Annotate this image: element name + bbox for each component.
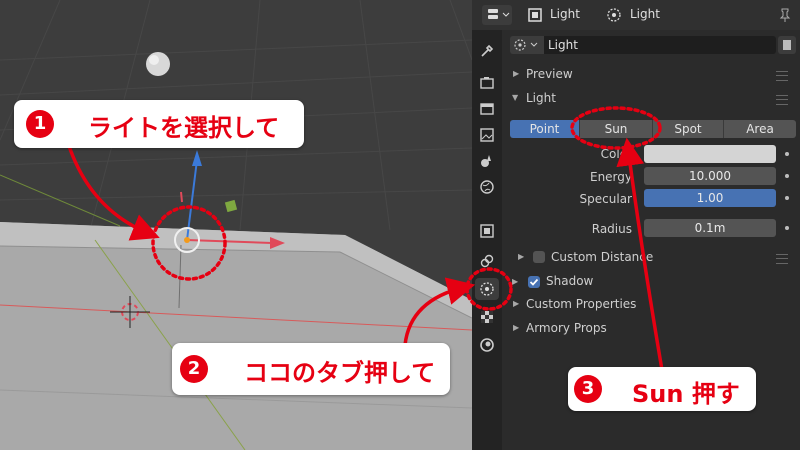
light-datablock-icon [514, 39, 538, 51]
custom-distance-panel-header[interactable]: ▶ Custom Distance [502, 246, 800, 268]
step-3-badge: 3 [574, 375, 602, 403]
light-data-icon [607, 8, 621, 22]
drag-grip-icon[interactable] [776, 95, 788, 105]
specular-label: Specular [579, 192, 632, 206]
collapse-right-icon: ▶ [513, 299, 520, 308]
step-1-badge: 1 [26, 110, 54, 138]
tab-render[interactable] [475, 72, 499, 94]
view-layer-icon [480, 128, 494, 142]
light-type-area[interactable]: Area [724, 120, 796, 138]
tab-view-layer[interactable] [475, 124, 499, 146]
custom-distance-label: Custom Distance [551, 250, 654, 264]
shadow-checkbox[interactable] [528, 276, 540, 288]
light-panel-label: Light [526, 91, 556, 105]
radius-field[interactable]: 0.1m [644, 219, 776, 237]
tab-tool[interactable] [475, 40, 499, 62]
tab-light-data[interactable] [475, 278, 499, 300]
callout-step-2: 2 ココのタブ押して [172, 343, 450, 395]
callout-step-3: 3 Sun 押す [568, 367, 756, 411]
tab-armory[interactable] [475, 334, 499, 356]
specular-field[interactable]: 1.00 [644, 189, 776, 207]
energy-label: Energy [589, 170, 632, 184]
object-name-label: Light [550, 7, 580, 21]
object-icon [528, 8, 542, 22]
light-type-sun[interactable]: Sun [580, 120, 653, 138]
tab-object[interactable] [475, 220, 499, 242]
keyframe-dot-icon[interactable] [785, 226, 789, 230]
object-properties-icon [480, 224, 494, 238]
world-icon [480, 180, 494, 194]
shield-icon [783, 40, 791, 50]
preview-panel-header[interactable]: ▶ Preview [502, 64, 800, 86]
step-3-text: Sun 押す [632, 380, 740, 408]
datablock-name: Light [548, 38, 578, 52]
collapse-right-icon: ▶ [513, 323, 520, 332]
armory-icon [480, 338, 494, 352]
color-label: Color [600, 147, 632, 161]
render-icon [480, 77, 494, 89]
drag-grip-icon[interactable] [776, 254, 788, 264]
light-panel-header[interactable]: ▼ Light [502, 88, 800, 110]
pin-icon[interactable] [778, 7, 792, 23]
datablock-selector[interactable] [510, 36, 544, 54]
step-2-text: ココのタブ押して [244, 359, 436, 387]
keyframe-dot-icon[interactable] [785, 174, 789, 178]
tab-texture[interactable] [475, 306, 499, 328]
preview-label: Preview [526, 67, 573, 81]
drag-grip-icon[interactable] [776, 71, 788, 81]
light-type-spot[interactable]: Spot [653, 120, 724, 138]
collapse-right-icon: ▶ [513, 69, 520, 78]
scene-icon [481, 155, 491, 167]
armory-props-label: Armory Props [526, 321, 607, 335]
color-swatch[interactable] [644, 145, 776, 163]
tab-scene[interactable] [475, 150, 499, 172]
constraints-icon [480, 254, 494, 268]
step-1-text: ライトを選択して [88, 114, 280, 142]
collapse-right-icon: ▶ [518, 252, 525, 261]
energy-field[interactable]: 10.000 [644, 167, 776, 185]
checkmark-icon [529, 278, 539, 286]
properties-tab-strip [472, 30, 502, 450]
light-data-label: Light [630, 7, 660, 21]
editor-type-dropdown[interactable] [482, 5, 512, 25]
shadow-panel-header[interactable]: ▶ Shadow [502, 271, 800, 293]
light-data-tab-icon [480, 282, 494, 296]
callout-step-1: 1 ライトを選択して [14, 100, 304, 148]
armory-props-panel-header[interactable]: ▶ Armory Props [502, 318, 800, 340]
tab-output[interactable] [475, 98, 499, 120]
expand-down-icon: ▼ [512, 93, 519, 102]
datablock-name-field[interactable]: Light [544, 36, 776, 54]
custom-properties-panel-header[interactable]: ▶ Custom Properties [502, 294, 800, 316]
tab-constraints[interactable] [475, 250, 499, 272]
shadow-label: Shadow [546, 274, 594, 288]
collapse-right-icon: ▶ [512, 277, 519, 286]
tool-icon [481, 44, 494, 57]
output-icon [480, 103, 494, 115]
light-type-point[interactable]: Point [510, 120, 580, 138]
step-2-badge: 2 [180, 355, 208, 383]
keyframe-dot-icon[interactable] [785, 152, 789, 156]
custom-distance-checkbox[interactable] [533, 251, 545, 263]
radius-label: Radius [591, 222, 632, 236]
fake-user-button[interactable] [778, 36, 796, 54]
keyframe-dot-icon[interactable] [785, 196, 789, 200]
texture-icon [481, 311, 493, 323]
properties-editor-icon [488, 9, 510, 19]
custom-properties-label: Custom Properties [526, 297, 637, 311]
properties-header: Light Light [472, 0, 800, 31]
tab-world[interactable] [475, 176, 499, 198]
